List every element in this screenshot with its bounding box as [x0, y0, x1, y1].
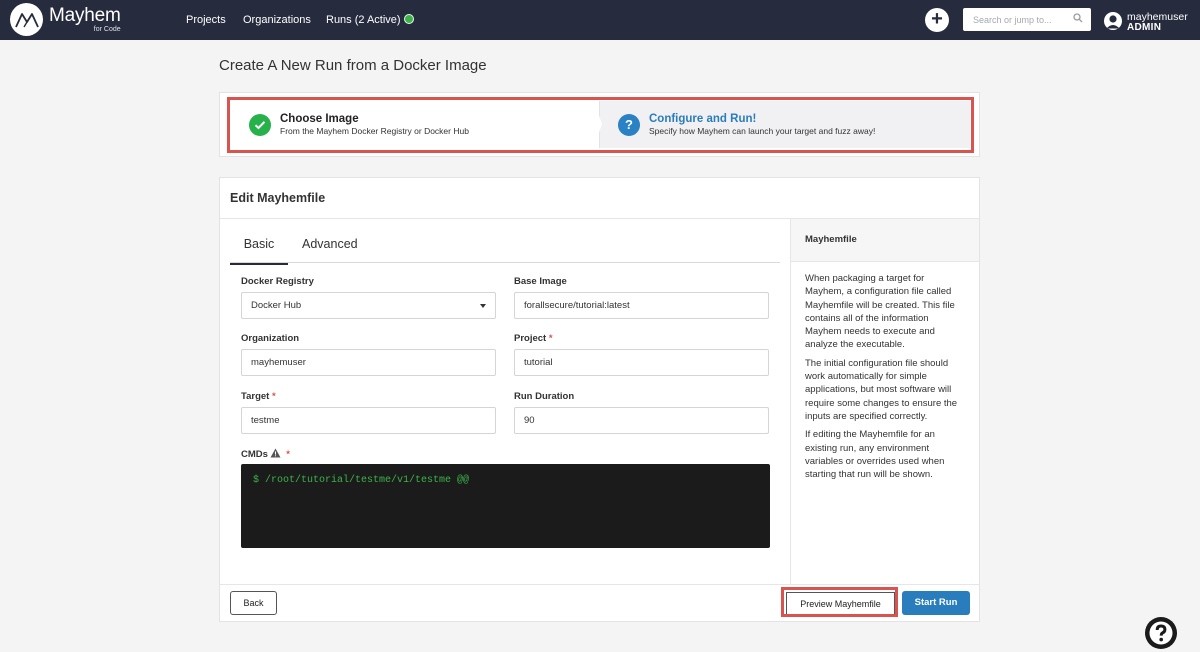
docker-registry-select[interactable]: Docker Hub — [241, 292, 496, 319]
search-input[interactable] — [963, 8, 1091, 31]
stepper-highlight — [227, 97, 974, 153]
required-marker: * — [548, 333, 553, 344]
mayhemfile-help-panel: Mayhemfile When packaging a target for M… — [790, 219, 979, 584]
runs-status-icon — [403, 14, 414, 24]
plus-icon[interactable]: + — [925, 8, 949, 32]
start-run-button[interactable]: Start Run — [902, 591, 970, 615]
required-marker: * — [271, 391, 276, 402]
base-image-input[interactable]: forallsecure/tutorial:latest — [514, 292, 769, 319]
edit-mayhemfile-card: Edit Mayhemfile Basic Advanced Docker Re… — [219, 177, 980, 622]
preview-highlight — [781, 587, 898, 617]
organization-label: Organization — [241, 333, 300, 344]
dropdown-caret-icon — [480, 304, 486, 308]
user-avatar-icon[interactable] — [1104, 12, 1122, 30]
username: mayhemuser — [1127, 11, 1188, 23]
warning-icon[interactable] — [270, 448, 281, 458]
required-marker: * — [286, 449, 290, 460]
logo-name: Mayhem — [49, 5, 121, 26]
user-role: ADMIN — [1127, 21, 1162, 33]
side-panel-paragraph: If editing the Mayhemfile for an existin… — [805, 429, 945, 481]
project-input[interactable]: tutorial — [514, 349, 769, 376]
organization-input[interactable]: mayhemuser — [241, 349, 496, 376]
top-navbar: Mayhem for Code Projects Organizations R… — [0, 0, 1200, 40]
target-label-text: Target — [241, 391, 270, 402]
search-icon — [1073, 13, 1083, 23]
cmds-editor[interactable]: $ /root/tutorial/testme/v1/testme @@ — [241, 464, 770, 548]
project-label: Project * — [514, 333, 553, 344]
page-title: Create A New Run from a Docker Image — [219, 57, 487, 74]
nav-runs[interactable]: Runs (2 Active) — [326, 14, 414, 26]
side-panel-title: Mayhemfile — [791, 219, 979, 262]
tab-basic[interactable]: Basic — [230, 237, 288, 265]
card-title: Edit Mayhemfile — [220, 178, 979, 219]
user-menu[interactable]: mayhemuser ADMIN — [1127, 12, 1188, 33]
mayhem-logo-icon — [10, 3, 43, 36]
tab-bar: Basic Advanced — [230, 235, 780, 265]
nav-runs-label: Runs (2 Active) — [326, 14, 401, 26]
cmds-label: CMDs * — [241, 448, 290, 460]
docker-registry-label: Docker Registry — [241, 276, 314, 287]
project-label-text: Project — [514, 333, 547, 344]
nav-projects[interactable]: Projects — [186, 14, 226, 26]
nav-organizations[interactable]: Organizations — [243, 14, 311, 26]
target-input[interactable]: testme — [241, 407, 496, 434]
app-logo[interactable]: Mayhem for Code — [10, 3, 121, 36]
side-panel-paragraph: The initial configuration file should wo… — [805, 357, 958, 422]
cmds-label-text: CMDs — [241, 449, 268, 460]
logo-subtitle: for Code — [93, 26, 121, 33]
target-label: Target * — [241, 391, 276, 402]
run-duration-input[interactable]: 90 — [514, 407, 769, 434]
side-panel-paragraph: When packaging a target for Mayhem, a co… — [805, 273, 955, 351]
tab-advanced[interactable]: Advanced — [302, 237, 358, 261]
back-button[interactable]: Back — [230, 591, 277, 615]
docker-registry-value: Docker Hub — [251, 300, 302, 311]
run-duration-label: Run Duration — [514, 391, 575, 402]
help-icon[interactable] — [1145, 617, 1177, 649]
base-image-label: Base Image — [514, 276, 567, 287]
